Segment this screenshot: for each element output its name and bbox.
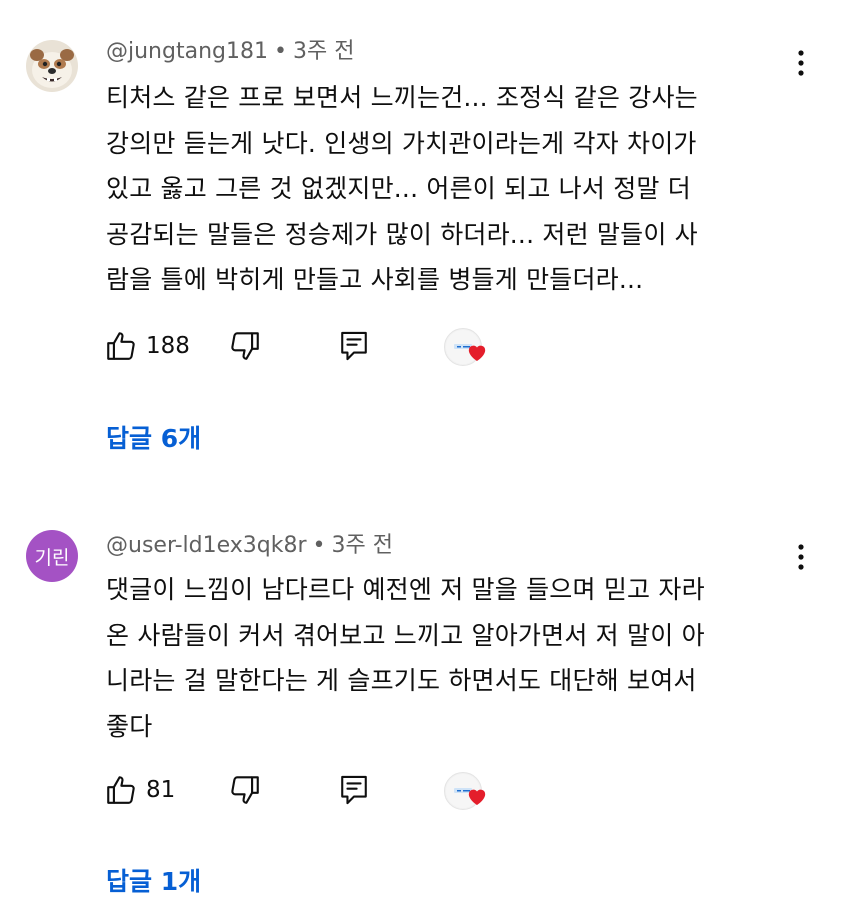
comment-author[interactable]: @jungtang181	[106, 39, 268, 64]
comment-meta: @jungtang181 • 3주 전	[106, 38, 354, 66]
reply-button[interactable]	[338, 770, 370, 810]
creator-heart-icon	[468, 345, 486, 362]
bulldog-avatar-icon	[26, 40, 78, 92]
like-count: 188	[146, 333, 190, 359]
reply-button[interactable]	[338, 326, 370, 366]
thumbs-up-icon	[107, 776, 135, 804]
comment-time[interactable]: 3주 전	[293, 39, 354, 64]
creator-heart-badge	[444, 328, 492, 372]
view-replies-button[interactable]: 답글 6개	[106, 423, 201, 455]
comment-author[interactable]: @user-ld1ex3qk8r	[106, 533, 307, 558]
creator-heart-badge	[444, 772, 492, 816]
like-button[interactable]: 188	[104, 326, 190, 366]
thumbs-down-icon	[231, 776, 259, 804]
thumbs-down-icon	[231, 332, 259, 360]
comment-thread: 기린 @user-ld1ex3qk8r • 3주 전 댓글이 느낌이 남다르다 예전…	[0, 480, 854, 896]
commenter-avatar[interactable]	[26, 40, 78, 92]
creator-heart-icon	[468, 789, 486, 806]
reply-icon	[341, 331, 367, 361]
commenter-avatar[interactable]: 기린	[26, 530, 78, 582]
comment-text: 티처스 같은 프로 보면서 느끼는건... 조정식 같은 강사는 강의만 듣는게…	[106, 83, 698, 294]
meta-separator: •	[273, 39, 287, 64]
avatar-initials: 기린	[34, 546, 70, 569]
thumbs-up-icon	[107, 332, 135, 360]
like-button[interactable]: 81	[104, 770, 175, 810]
comment-text: 댓글이 느낌이 남다르다 예전엔 저 말을 들으며 믿고 자라 온 사람들이 커…	[106, 575, 705, 741]
more-vertical-icon	[798, 50, 804, 76]
like-count: 81	[146, 777, 176, 803]
view-replies-button[interactable]: 답글 1개	[106, 866, 201, 898]
dislike-button[interactable]	[228, 326, 262, 366]
dislike-button[interactable]	[228, 770, 262, 810]
comment-action-bar: 188	[104, 326, 524, 366]
reply-icon	[341, 775, 367, 805]
meta-separator: •	[312, 533, 326, 558]
comment-action-bar: 81	[104, 770, 524, 810]
comment-time[interactable]: 3주 전	[332, 533, 393, 558]
comment-meta: @user-ld1ex3qk8r • 3주 전	[106, 532, 393, 560]
comment-thread: @jungtang181 • 3주 전 티처스 같은 프로 보면서 느끼는건... …	[0, 0, 854, 480]
